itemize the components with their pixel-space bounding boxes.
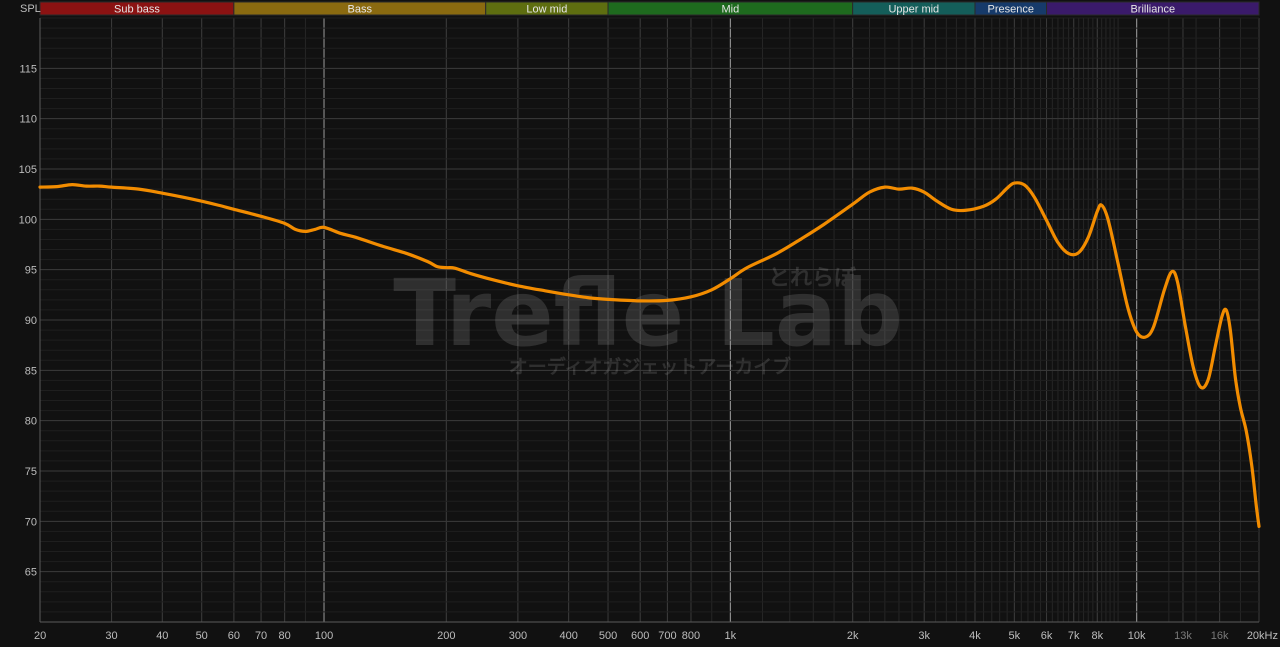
band-label: Brilliance — [1130, 4, 1175, 16]
band-bar: Sub bass Bass Low mid Mid Upper mid Presence B… — [39, 1, 1260, 16]
x-tick-label: 500 — [599, 630, 617, 642]
band-label: Low mid — [526, 4, 567, 16]
watermark-subtitle: オーディオガジェットアーカイブ — [509, 355, 792, 378]
band-label: Sub bass — [114, 4, 160, 16]
frequency-response-chart: Sub bass Bass Low mid Mid Upper mid Presence B… — [0, 0, 1280, 647]
watermark-kana: とれらぼ — [768, 266, 857, 291]
x-tick-label: 700 — [658, 630, 676, 642]
x-tick-label: 13k — [1174, 630, 1192, 642]
y-tick-label: 115 — [19, 63, 37, 75]
y-axis-label: SPL — [20, 3, 41, 15]
y-tick-label: 75 — [25, 466, 37, 478]
x-tick-label: 3k — [918, 630, 930, 642]
x-tick-label: 6k — [1041, 630, 1053, 642]
x-tick-label: 2k — [847, 630, 859, 642]
x-tick-label: 100 — [315, 630, 333, 642]
x-tick-label: 5k — [1009, 630, 1021, 642]
x-tick-label: 16k — [1211, 630, 1229, 642]
y-tick-label: 90 — [25, 315, 37, 327]
x-tick-label: 7k — [1068, 630, 1080, 642]
x-tick-label: 8k — [1091, 630, 1103, 642]
band-label: Mid — [721, 4, 739, 16]
x-tick-label: 30 — [105, 630, 117, 642]
y-tick-label: 110 — [19, 114, 37, 126]
band-label: Upper mid — [888, 4, 939, 16]
x-tick-label: 4k — [969, 630, 981, 642]
x-tick-label: 600 — [631, 630, 649, 642]
y-tick-label: 65 — [25, 567, 37, 579]
x-tick-label: 50 — [196, 630, 208, 642]
x-tick-label: 400 — [559, 630, 577, 642]
y-tick-label: 105 — [19, 164, 37, 176]
x-tick-label: 60 — [228, 630, 240, 642]
y-tick-label: 80 — [25, 416, 37, 428]
x-tick-label: 70 — [255, 630, 267, 642]
x-tick-label: 40 — [156, 630, 168, 642]
y-tick-label: 95 — [25, 265, 37, 277]
band-label: Presence — [988, 4, 1034, 16]
x-tick-label: 800 — [682, 630, 700, 642]
x-tick-label: 1k — [725, 630, 737, 642]
x-tick-label: 10k — [1128, 630, 1146, 642]
band-label: Bass — [348, 4, 373, 16]
watermark: Trefle Lab とれらぼ オーディオガジェットアーカイブ — [393, 260, 903, 378]
x-tick-label: 200 — [437, 630, 455, 642]
x-tick-label: 80 — [279, 630, 291, 642]
x-tick-label: 20 — [34, 630, 46, 642]
x-tick-label: 300 — [509, 630, 527, 642]
y-tick-label: 100 — [19, 214, 37, 226]
x-tick-label: 20kHz — [1247, 630, 1278, 642]
y-tick-label: 70 — [25, 516, 37, 528]
y-tick-label: 85 — [25, 365, 37, 377]
